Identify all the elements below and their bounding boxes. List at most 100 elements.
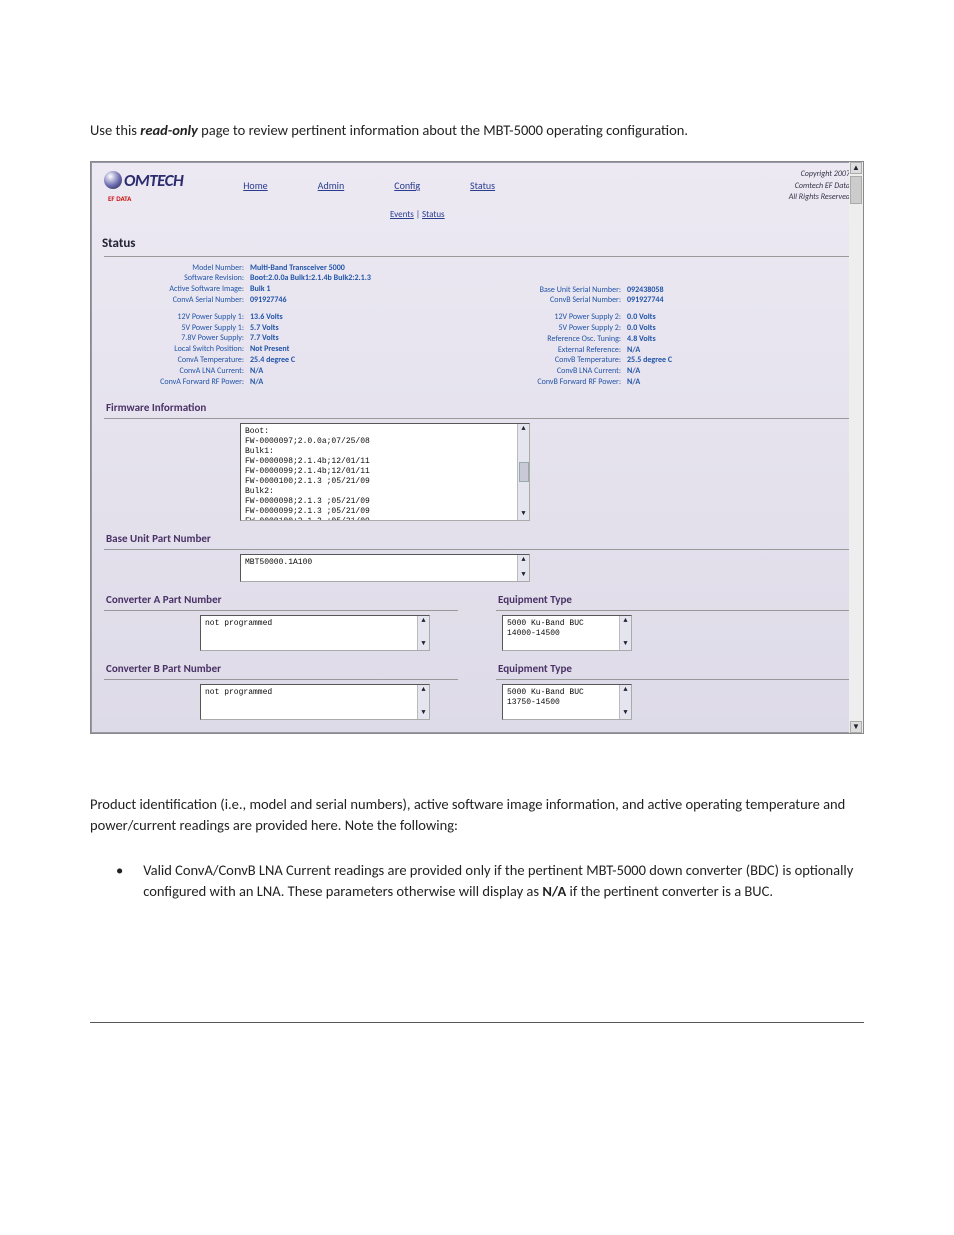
convb-eq-text: 5000 Ku-Band BUC 13750-14500 [507, 688, 584, 707]
convb-temp-value: 25.5 degree C [627, 355, 672, 366]
bullet-item: • Valid ConvA/ConvB LNA Current readings… [90, 860, 864, 902]
bullet-dot-icon: • [116, 860, 123, 902]
subnav-sep: | [414, 209, 422, 220]
firmware-info-text: Boot: FW-0000097;2.0.0a;07/25/08 Bulk1: … [245, 427, 370, 521]
convb-pn-textarea[interactable]: not programmed▲▼ [200, 684, 430, 720]
scroll-up-icon[interactable]: ▲ [521, 555, 525, 566]
intro-pre: Use this [90, 121, 140, 139]
ref-osc-label: Reference Osc. Tuning: [477, 334, 627, 345]
conva-pn-title: Converter A Part Number [106, 592, 462, 608]
scrollbar[interactable]: ▲▼ [417, 616, 429, 650]
convb-lna-label: ConvB LNA Current: [477, 366, 627, 377]
firmware-info-textarea[interactable]: Boot: FW-0000097;2.0.0a;07/25/08 Bulk1: … [240, 423, 530, 521]
subnav-status[interactable]: Status [422, 209, 445, 220]
divider [496, 610, 850, 611]
main-scrollbar[interactable]: ▲ ▼ [849, 162, 863, 733]
scroll-down-icon[interactable]: ▼ [521, 570, 525, 581]
conva-serial-value: 091927746 [250, 295, 287, 306]
scroll-up-icon[interactable]: ▲ [421, 685, 425, 696]
divider [104, 549, 850, 550]
copyright-block: Copyright 2007 Comtech EF Data All Right… [789, 169, 850, 204]
conva-lna-label: ConvA LNA Current: [100, 366, 250, 377]
scroll-thumb[interactable] [519, 462, 529, 482]
divider [104, 679, 458, 680]
base-serial-label: Base Unit Serial Number: [477, 285, 627, 296]
screenshot-frame: OMTECH EF DATA Home Admin Config Status … [91, 162, 863, 733]
bullet-text: Valid ConvA/ConvB LNA Current readings a… [143, 860, 864, 902]
nav-home[interactable]: Home [243, 179, 267, 194]
software-revision-value: Boot:2.0.0a Bulk1:2.1.4b Bulk2:2.1.3 [250, 273, 371, 284]
conva-serial-label: ConvA Serial Number: [100, 295, 250, 306]
convb-serial-label: ConvB Serial Number: [477, 295, 627, 306]
scroll-up-icon[interactable]: ▲ [623, 685, 627, 696]
scroll-down-icon[interactable]: ▼ [521, 509, 525, 520]
scrollbar[interactable]: ▲▼ [417, 685, 429, 719]
conva-pn-text: not programmed [205, 619, 272, 628]
top-nav: OMTECH EF DATA Home Admin Config Status … [100, 163, 854, 204]
ps78-value: 7.7 Volts [250, 333, 279, 344]
scrollbar[interactable]: ▲▼ [619, 616, 631, 650]
divider [104, 418, 850, 419]
intro-readonly: read-only [140, 121, 198, 139]
copyright-line1: Copyright 2007 [789, 169, 850, 181]
scroll-up-icon[interactable]: ▲ [521, 424, 525, 435]
conva-pn-textarea[interactable]: not programmed▲▼ [200, 615, 430, 651]
scroll-thumb[interactable] [850, 176, 862, 204]
scrollbar[interactable]: ▲▼ [619, 685, 631, 719]
status-grid: Model Number:Multi-Band Transceiver 5000… [100, 261, 854, 390]
conv-b-row: Converter B Part Number not programmed▲▼… [100, 651, 854, 720]
ps5-1-label: 5V Power Supply 1: [100, 323, 250, 334]
convb-eq-textarea[interactable]: 5000 Ku-Band BUC 13750-14500▲▼ [502, 684, 632, 720]
conva-rf-label: ConvA Forward RF Power: [100, 377, 250, 388]
bullet-part-b: N/A [542, 882, 566, 900]
model-number-label: Model Number: [100, 263, 250, 274]
conva-temp-label: ConvA Temperature: [100, 355, 250, 366]
nav-links: Home Admin Config Status [243, 179, 495, 194]
active-image-label: Active Software Image: [100, 284, 250, 295]
conva-eq-title: Equipment Type [498, 592, 854, 608]
conva-eq-textarea[interactable]: 5000 Ku-Band BUC 14000-14500▲▼ [502, 615, 632, 651]
ps12-1-value: 13.6 Volts [250, 312, 283, 323]
conv-a-row: Converter A Part Number not programmed▲▼… [100, 582, 854, 651]
nav-admin[interactable]: Admin [318, 179, 345, 194]
convb-pn-text: not programmed [205, 688, 272, 697]
status-heading: Status [102, 235, 854, 254]
scroll-down-icon[interactable]: ▼ [623, 639, 627, 650]
nav-config[interactable]: Config [394, 179, 420, 194]
status-col-right: Base Unit Serial Number:092438058 ConvB … [477, 263, 854, 388]
ext-ref-value: N/A [627, 345, 640, 356]
base-pn-title: Base Unit Part Number [106, 531, 854, 547]
ps78-label: 7.8V Power Supply: [100, 333, 250, 344]
scroll-down-icon[interactable]: ▼ [421, 708, 425, 719]
post-paragraph: Product identification (i.e., model and … [90, 794, 864, 836]
divider [104, 610, 458, 611]
ref-osc-value: 4.8 Volts [627, 334, 656, 345]
footer-rule [90, 1022, 864, 1023]
local-switch-value: Not Present [250, 344, 289, 355]
scrollbar[interactable]: ▲▼ [517, 424, 529, 520]
firmware-info-title: Firmware Information [106, 400, 854, 416]
conva-temp-value: 25.4 degree C [250, 355, 295, 366]
conva-eq-text: 5000 Ku-Band BUC 14000-14500 [507, 619, 584, 638]
base-pn-text: MBT50000.1A100 [245, 558, 312, 567]
nav-status[interactable]: Status [470, 179, 495, 194]
convb-eq-title: Equipment Type [498, 661, 854, 677]
scroll-up-icon[interactable]: ▲ [421, 616, 425, 627]
scroll-up-icon[interactable]: ▲ [623, 616, 627, 627]
subnav-events[interactable]: Events [390, 209, 414, 220]
scroll-down-icon[interactable]: ▼ [421, 639, 425, 650]
scrollbar[interactable]: ▲▼ [517, 555, 529, 581]
subnav: Events | Status [390, 204, 854, 229]
ps12-2-label: 12V Power Supply 2: [477, 312, 627, 323]
scroll-down-icon[interactable]: ▼ [623, 708, 627, 719]
base-pn-textarea[interactable]: MBT50000.1A100▲▼ [240, 554, 530, 582]
software-revision-label: Software Revision: [100, 273, 250, 284]
ps5-1-value: 5.7 Volts [250, 323, 279, 334]
scroll-down-icon[interactable]: ▼ [850, 721, 862, 733]
copyright-line2: Comtech EF Data [789, 181, 850, 193]
ps5-2-value: 0.0 Volts [627, 323, 656, 334]
ps12-1-label: 12V Power Supply 1: [100, 312, 250, 323]
convb-rf-value: N/A [627, 377, 640, 388]
intro-post: page to review pertinent information abo… [198, 121, 688, 139]
scroll-up-icon[interactable]: ▲ [850, 162, 862, 174]
